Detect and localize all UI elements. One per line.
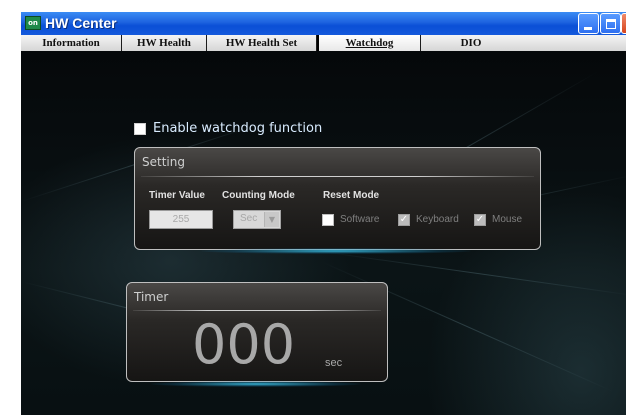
- mouse-label: Mouse: [492, 214, 523, 225]
- keyboard-checkbox[interactable]: ✓: [398, 214, 410, 226]
- setting-divider: [141, 176, 534, 177]
- tab-hw-health[interactable]: HW Health: [122, 35, 207, 51]
- software-checkbox[interactable]: [322, 214, 334, 226]
- maximize-icon: [606, 19, 616, 29]
- enable-watchdog-checkbox[interactable]: [134, 123, 146, 135]
- tab-bar: Information HW Health HW Health Set Watc…: [21, 35, 626, 51]
- timer-title: Timer: [134, 290, 169, 304]
- timer-value-label: Timer Value: [149, 190, 205, 201]
- tab-dio[interactable]: DIO: [421, 35, 521, 51]
- minimize-icon: [584, 27, 592, 30]
- watchdog-page: Enable watchdog function Setting Timer V…: [21, 51, 626, 415]
- maximize-button[interactable]: [600, 13, 621, 34]
- setting-title: Setting: [142, 155, 185, 169]
- title-bar[interactable]: on HW Center: [21, 12, 626, 35]
- mouse-checkbox[interactable]: ✓: [474, 214, 486, 226]
- chevron-down-icon[interactable]: ▼: [264, 212, 279, 227]
- window-title: HW Center: [45, 15, 117, 31]
- timer-divider: [133, 310, 381, 311]
- reset-mode-label: Reset Mode: [323, 190, 380, 201]
- minimize-button[interactable]: [578, 13, 599, 34]
- app-window: on HW Center Information HW Health HW He…: [21, 12, 626, 415]
- timer-panel: Timer 000 sec: [126, 282, 388, 382]
- timer-unit: sec: [325, 357, 343, 369]
- close-button[interactable]: [621, 13, 626, 34]
- enable-watchdog-label[interactable]: Enable watchdog function: [153, 120, 322, 137]
- tab-hw-health-set[interactable]: HW Health Set: [207, 35, 317, 51]
- timer-glow: [151, 381, 361, 387]
- tab-watchdog[interactable]: Watchdog: [317, 35, 421, 51]
- timer-value-input[interactable]: 255: [149, 210, 213, 229]
- tab-information[interactable]: Information: [21, 35, 122, 51]
- timer-countdown-value: 000: [192, 313, 296, 376]
- software-label: Software: [340, 214, 380, 225]
- counting-mode-label: Counting Mode: [222, 190, 295, 201]
- setting-glow: [201, 248, 471, 254]
- setting-panel: Setting Timer Value Counting Mode Reset …: [134, 147, 541, 250]
- keyboard-label: Keyboard: [416, 214, 459, 225]
- counting-mode-select[interactable]: Sec ▼: [233, 210, 281, 229]
- counting-mode-value: Sec: [240, 213, 258, 224]
- app-icon: on: [25, 16, 41, 30]
